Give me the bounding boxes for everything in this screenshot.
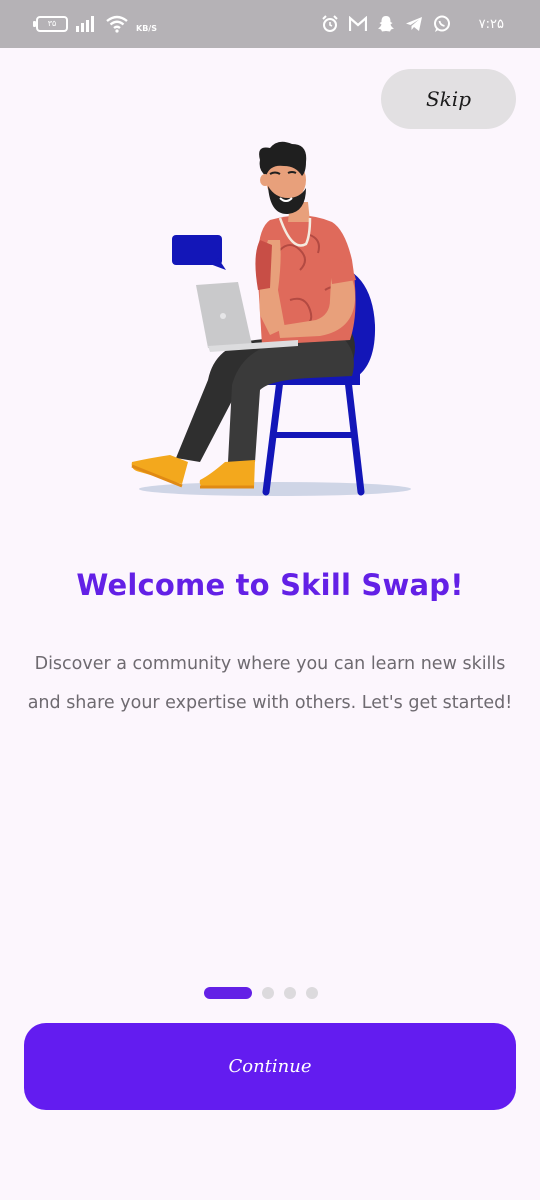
status-right: ۷:۲۵ <box>321 12 504 36</box>
signal-icon <box>76 16 98 32</box>
welcome-title: Welcome to Skill Swap! <box>76 568 464 602</box>
battery-level: ۳۵ <box>47 19 57 28</box>
page-indicator-dot <box>284 987 296 999</box>
onboarding-illustration <box>120 140 420 505</box>
whatsapp-icon <box>433 15 451 33</box>
page-indicator <box>204 987 318 999</box>
alarm-icon <box>321 15 339 33</box>
gmail-icon <box>348 16 367 32</box>
telegram-icon <box>405 16 423 32</box>
status-time: ۷:۲۵ <box>478 16 504 32</box>
status-bar: ۳۵ KB/S ۷:۲۵ <box>0 0 540 48</box>
skip-button[interactable]: Skip <box>381 69 516 129</box>
page-indicator-dot <box>306 987 318 999</box>
battery-icon: ۳۵ <box>33 16 68 32</box>
page-indicator-dot-active <box>204 987 252 999</box>
snapchat-icon <box>377 15 395 33</box>
status-left: ۳۵ KB/S <box>33 12 157 36</box>
network-speed-unit: KB/S <box>136 23 157 33</box>
continue-button[interactable]: Continue <box>24 1023 516 1110</box>
wifi-icon <box>106 15 128 33</box>
welcome-description: Discover a community where you can learn… <box>27 654 513 713</box>
page-indicator-dot <box>262 987 274 999</box>
